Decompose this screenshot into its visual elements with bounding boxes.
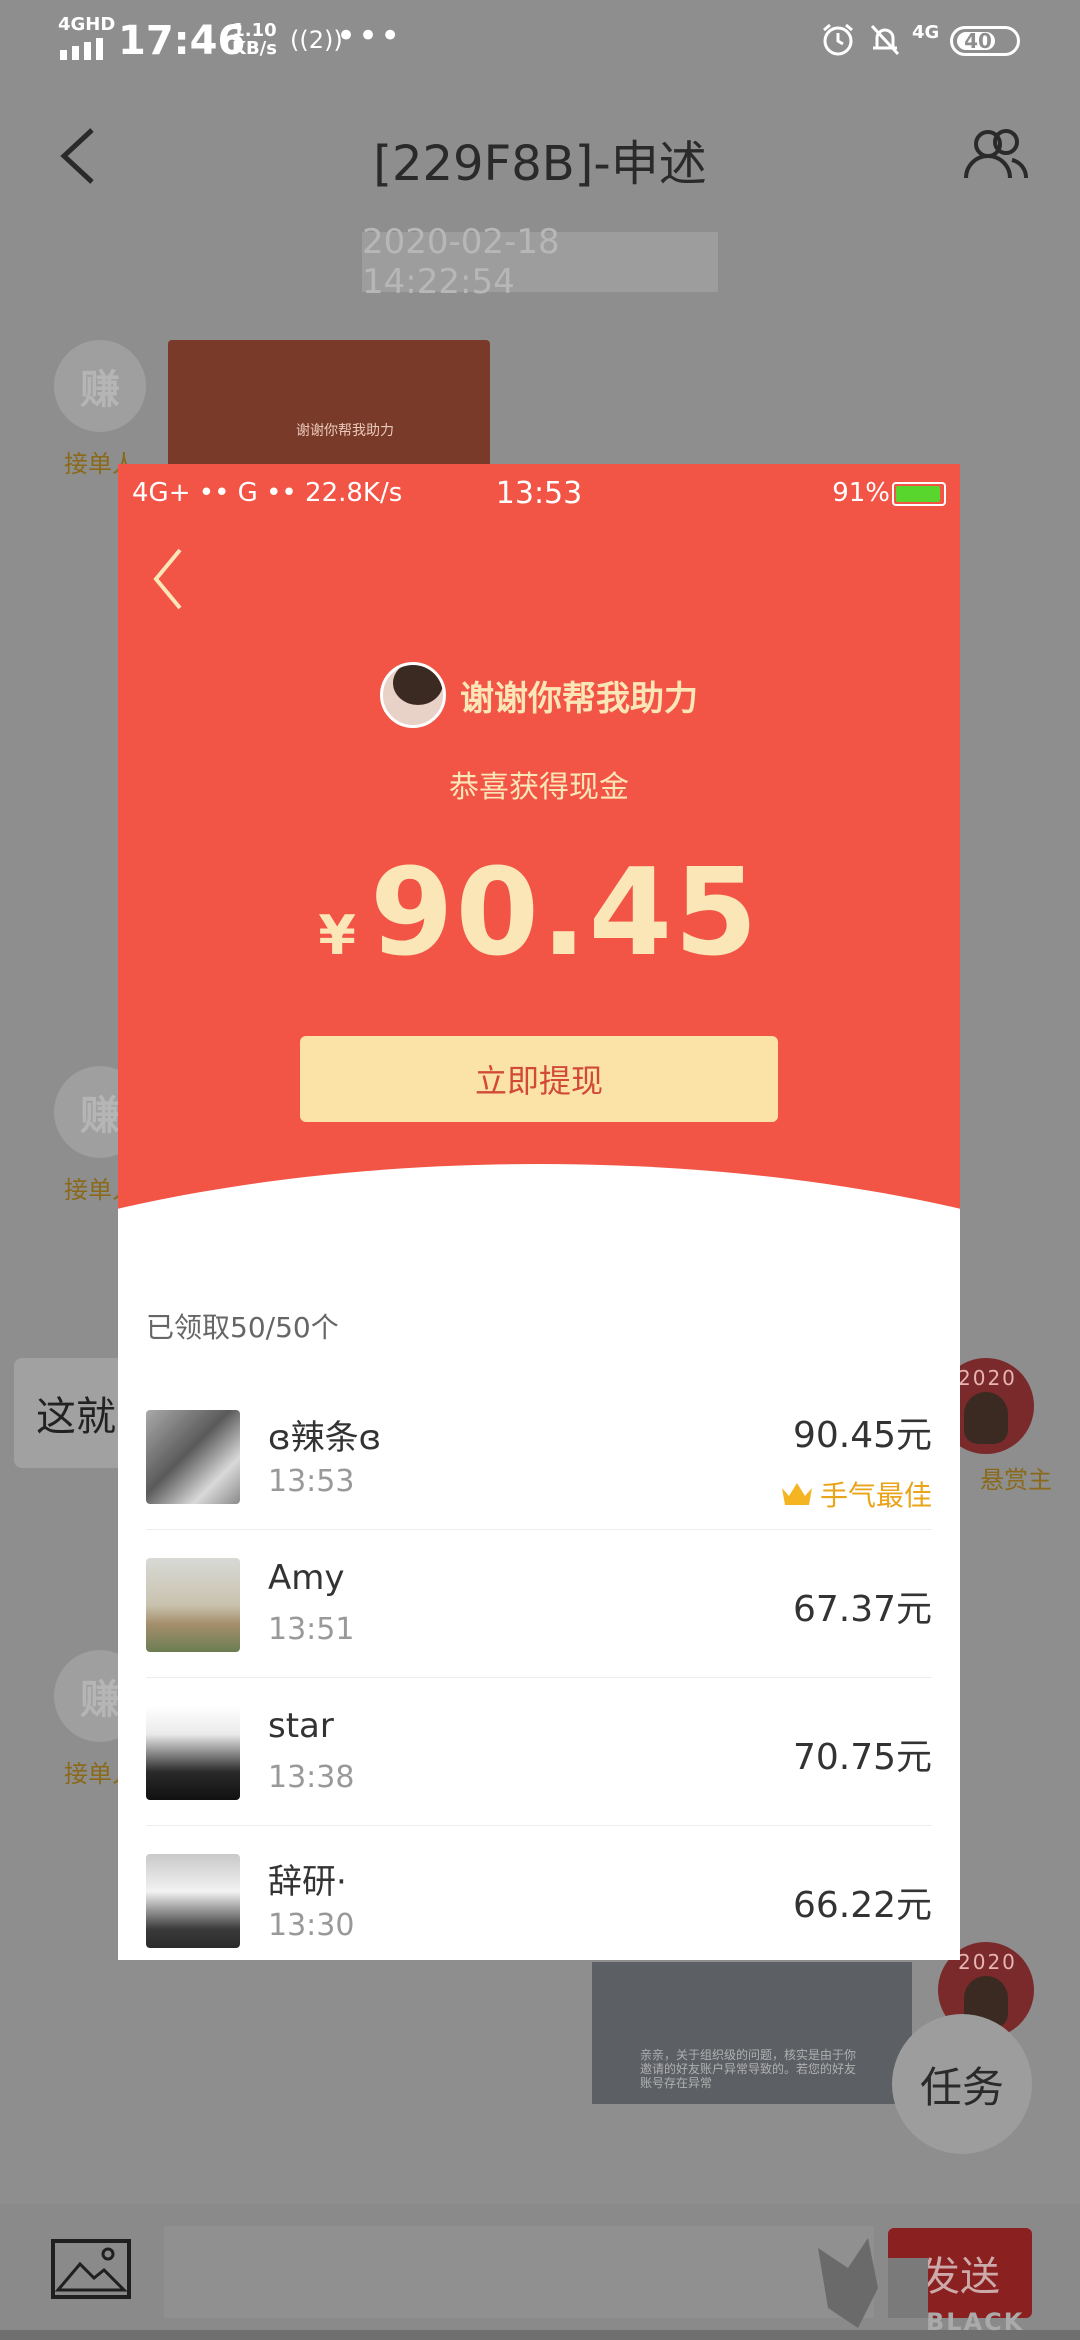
claimer-avatar	[146, 1558, 240, 1652]
avatar-year: 2020	[958, 1950, 1017, 1974]
sender-avatar[interactable]: 赚	[54, 340, 146, 432]
claim-time: 13:53	[268, 1464, 355, 1499]
cat-icon	[818, 2238, 928, 2328]
crown-icon	[781, 1483, 812, 1505]
text-message-bubble[interactable]: 这就	[14, 1358, 134, 1468]
watermark-text: BLACK CAT	[926, 2308, 1025, 2340]
status-bar: 4GHD 17:46 1.10 KB/s ((2)) ••• 4G 40	[0, 0, 1080, 80]
list-item[interactable]: 辞研· 13:30 66.22元	[146, 1826, 932, 1960]
red-packet-screenshot: 4G+ •• G •• 22.8K/s 13:53 91% 谢谢你帮我助力 恭喜…	[118, 464, 960, 1960]
avatar-year: 2020	[958, 1366, 1017, 1390]
list-item[interactable]: ɞ辣条ɞ 13:53 90.45元 手气最佳	[146, 1382, 932, 1530]
net-speed: 1.10 KB/s	[232, 22, 277, 58]
net-speed-unit: KB/s	[232, 38, 277, 59]
claim-time: 13:38	[268, 1760, 355, 1795]
more-notifications-icon: •••	[336, 16, 403, 56]
hotspot-count: 2	[308, 26, 325, 54]
claim-amount: 70.75元	[792, 1737, 932, 1778]
packet-subtitle: 恭喜获得现金	[449, 770, 629, 805]
image-message-photo[interactable]: 亲亲，关于组织级的问题，核实是由于你邀请的好友账户异常导致的。若您的好友账号存在…	[592, 1962, 912, 2104]
claimer-avatar	[146, 1706, 240, 1800]
message-input[interactable]	[164, 2226, 874, 2318]
message-timestamp: 2020-02-18 14:22:54	[362, 222, 718, 302]
claimer-name: ɞ辣条ɞ	[268, 1418, 382, 1458]
claimer-avatar	[146, 1854, 240, 1948]
packet-sender-avatar	[380, 662, 446, 728]
sender-block[interactable]: 赚 接单人	[50, 340, 150, 479]
packet-status-battery-level: 91%	[832, 478, 890, 508]
claim-list: ɞ辣条ɞ 13:53 90.45元 手气最佳 Amy 13:51 67.37元 …	[146, 1382, 932, 1960]
clock: 17:46	[118, 18, 246, 64]
owner-role: 悬赏主	[980, 1466, 1052, 1494]
image-message-thumbnail[interactable]: 谢谢你帮我助力	[168, 340, 490, 470]
packet-amount: ¥ 90.45	[118, 844, 960, 983]
currency-symbol: ¥	[318, 904, 356, 967]
claim-time: 13:51	[268, 1612, 355, 1647]
battery-level: 40	[964, 29, 992, 53]
claimer-name: star	[268, 1706, 334, 1746]
network-type: 4GHD	[58, 14, 116, 35]
watermark-logo: BLACK CAT	[808, 2228, 1070, 2340]
battery-icon: 40	[950, 26, 1020, 56]
alarm-icon	[823, 23, 853, 56]
mute-bell-icon	[870, 24, 900, 56]
packet-sender-name: 谢谢你帮我助力	[460, 678, 698, 719]
claim-time: 13:30	[268, 1908, 355, 1943]
image-picker-icon[interactable]	[50, 2238, 132, 2300]
group-members-icon[interactable]	[960, 120, 1030, 190]
chat-header: [229F8B]-申述	[0, 80, 1080, 230]
signal-icon	[60, 38, 103, 60]
packet-status-bar: 4G+ •• G •• 22.8K/s 13:53 91%	[118, 464, 960, 526]
claimer-name: 辞研·	[268, 1862, 347, 1902]
best-luck-badge: 手气最佳	[780, 1474, 932, 1514]
claimer-avatar	[146, 1410, 240, 1504]
packet-back-icon[interactable]	[148, 544, 188, 614]
amount-value: 90.45	[370, 844, 760, 983]
claim-amount: 66.22元	[792, 1885, 932, 1926]
task-button[interactable]: 任务	[892, 2014, 1032, 2154]
avatar-face	[964, 1392, 1008, 1444]
claimer-name: Amy	[268, 1558, 345, 1598]
chat-title: [229F8B]-申述	[373, 136, 707, 192]
mobile-data: 4G	[912, 22, 940, 43]
battery-icon	[892, 482, 946, 506]
list-item[interactable]: star 13:38 70.75元	[146, 1678, 932, 1826]
claimed-count: 已领取50/50个	[146, 1311, 339, 1344]
best-luck-label: 手气最佳	[819, 1479, 932, 1512]
list-item[interactable]: Amy 13:51 67.37元	[146, 1530, 932, 1678]
photo-caption: 亲亲，关于组织级的问题，核实是由于你邀请的好友账户异常导致的。若您的好友账号存在…	[640, 2048, 857, 2090]
claim-amount: 90.45元	[792, 1415, 932, 1456]
thumbnail-caption: 谢谢你帮我助力	[296, 423, 394, 439]
hotspot-icon: ((2))	[290, 26, 343, 54]
claim-amount: 67.37元	[792, 1589, 932, 1630]
packet-sender: 谢谢你帮我助力	[118, 662, 960, 728]
withdraw-button[interactable]: 立即提现	[300, 1036, 778, 1122]
